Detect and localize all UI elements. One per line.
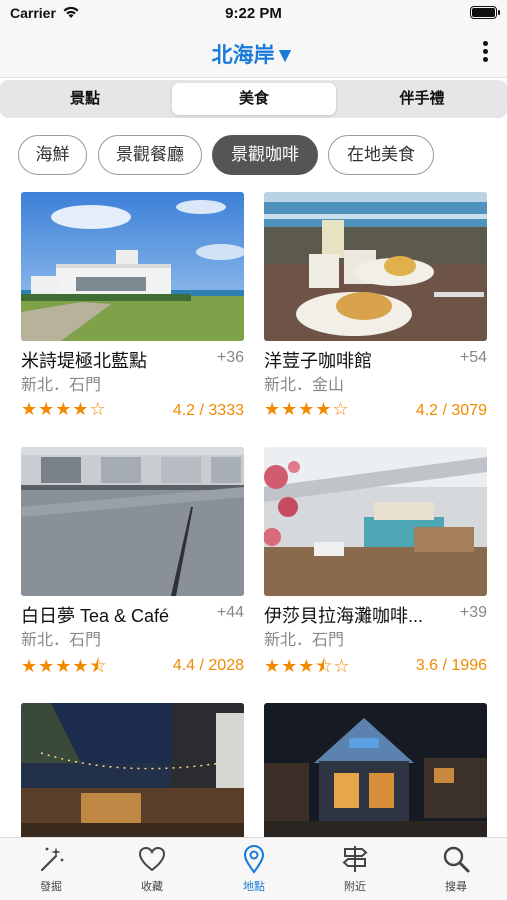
- star-rating: ★★★⯪☆: [264, 656, 351, 676]
- rating-score: 4.2 / 3333: [172, 402, 244, 419]
- heart-icon: [138, 846, 166, 872]
- place-location: 新北．石門: [21, 377, 102, 394]
- tab-label: 地點: [243, 881, 265, 893]
- photo-count: +44: [216, 604, 244, 621]
- star-rating: ★★★★⯪: [21, 656, 108, 676]
- chip-local-food[interactable]: 在地美食: [328, 135, 434, 175]
- place-name: 伊莎貝拉海灘咖啡...: [264, 606, 424, 626]
- tab-label: 搜尋: [445, 881, 467, 893]
- segment-attractions[interactable]: 景點: [3, 83, 167, 115]
- category-segmented-control: 景點 美食 伴手禮: [0, 80, 507, 118]
- tab-search[interactable]: 搜尋: [416, 844, 496, 894]
- tab-favorites[interactable]: 收藏: [112, 844, 192, 894]
- tab-nearby[interactable]: 附近: [315, 844, 395, 894]
- chip-view-restaurant[interactable]: 景觀餐廳: [98, 135, 202, 175]
- star-rating: ★★★★☆: [264, 399, 350, 419]
- place-location: 新北．石門: [21, 632, 102, 649]
- signpost-icon: [342, 846, 368, 872]
- star-rating: ★★★★☆: [21, 399, 107, 419]
- place-photo: [21, 447, 244, 596]
- tab-label: 發掘: [40, 881, 62, 893]
- photo-count: +39: [459, 604, 487, 621]
- navigation-bar: 北海岸▼: [0, 28, 507, 78]
- rating-score: 3.6 / 1996: [415, 657, 487, 674]
- place-card[interactable]: 伊莎貝拉海灘咖啡... +39 新北．石門 ★★★⯪☆ 3.6 / 1996: [264, 447, 487, 680]
- map-pin-icon: [243, 844, 265, 874]
- rating-score: 4.4 / 2028: [172, 657, 244, 674]
- place-name: 白日夢 Tea & Café: [21, 606, 170, 626]
- photo-count: +36: [216, 349, 244, 366]
- place-photo: [21, 703, 244, 837]
- segment-souvenirs[interactable]: 伴手禮: [340, 83, 504, 115]
- status-bar: Carrier 9:22 PM: [0, 0, 507, 28]
- tab-label: 附近: [344, 881, 366, 893]
- chip-seafood[interactable]: 海鮮: [18, 135, 87, 175]
- tab-bar: 發掘 收藏 地點 附近 搜尋: [0, 837, 507, 900]
- segment-food[interactable]: 美食: [172, 83, 336, 115]
- magic-wand-icon: [40, 847, 64, 872]
- place-card[interactable]: 洋荳子咖啡館 +54 新北．金山 ★★★★☆ 4.2 / 3079: [264, 192, 487, 425]
- rating-score: 4.2 / 3079: [415, 402, 487, 419]
- place-card[interactable]: [21, 703, 244, 837]
- search-icon: [443, 846, 470, 873]
- place-grid: 米詩堤極北藍點 +36 新北．石門 ★★★★☆ 4.2 / 3333 洋荳子咖啡…: [0, 192, 507, 837]
- chip-view-cafe[interactable]: 景觀咖啡: [212, 135, 318, 175]
- place-card[interactable]: 米詩堤極北藍點 +36 新北．石門 ★★★★☆ 4.2 / 3333: [21, 192, 244, 425]
- place-card[interactable]: [264, 703, 487, 837]
- place-photo: [21, 192, 244, 341]
- clock: 9:22 PM: [225, 5, 282, 22]
- tab-places[interactable]: 地點: [214, 844, 294, 894]
- place-name: 洋荳子咖啡館: [264, 351, 372, 371]
- place-photo: [264, 447, 487, 596]
- photo-count: +54: [459, 349, 487, 366]
- place-card[interactable]: 白日夢 Tea & Café +44 新北．石門 ★★★★⯪ 4.4 / 202…: [21, 447, 244, 680]
- place-name: 米詩堤極北藍點: [21, 351, 147, 371]
- tab-label: 收藏: [141, 881, 163, 893]
- place-photo: [264, 192, 487, 341]
- region-selector[interactable]: 北海岸▼: [0, 39, 507, 69]
- more-options-icon[interactable]: [483, 41, 489, 65]
- filter-chips: 海鮮 景觀餐廳 景觀咖啡 在地美食: [0, 135, 507, 175]
- place-location: 新北．石門: [264, 632, 345, 649]
- place-photo: [264, 703, 487, 837]
- tab-discover[interactable]: 發掘: [11, 844, 91, 894]
- battery-icon: [470, 6, 500, 19]
- place-location: 新北．金山: [264, 377, 345, 394]
